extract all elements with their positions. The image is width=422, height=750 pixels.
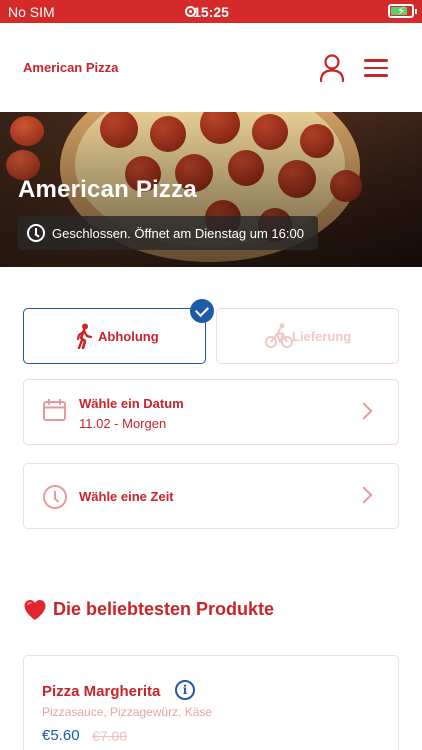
- product-old-price: €7.00: [92, 728, 128, 744]
- chevron-right-icon: [355, 486, 373, 504]
- popular-products-title: Die beliebtesten Produkte: [53, 599, 275, 619]
- selected-date-value: 11.02 - Morgen: [79, 416, 167, 431]
- restaurant-title: American Pizza: [18, 176, 197, 203]
- bicycle-courier-icon: [265, 323, 293, 348]
- charging-icon: ⚡: [397, 4, 406, 18]
- time-picker-row[interactable]: Wähle eine Zeit: [23, 463, 399, 529]
- info-icon[interactable]: i: [175, 680, 195, 700]
- date-picker-title: Wähle ein Datum: [79, 396, 184, 411]
- product-description: Pizzasauce, Pizzagewürz, Käse: [42, 705, 213, 719]
- time-picker-title: Wähle eine Zeit: [79, 489, 174, 504]
- battery-cap: [415, 9, 417, 14]
- date-picker-row[interactable]: Wähle ein Datum 11.02 - Morgen: [23, 379, 399, 445]
- pickup-label: Abholung: [98, 329, 159, 344]
- opening-status-text: Geschlossen. Öffnet am Dienstag um 16:00: [52, 226, 304, 241]
- product-name: Pizza Margherita: [42, 683, 161, 700]
- app-header: American Pizza: [0, 23, 422, 112]
- clock-icon: [27, 224, 45, 242]
- chevron-right-icon: [355, 402, 373, 420]
- pickup-option[interactable]: Abholung: [23, 308, 206, 364]
- status-bar: No SIM 15:25 ⚡: [0, 0, 422, 23]
- user-icon[interactable]: [318, 53, 346, 83]
- status-time: 15:25: [193, 4, 229, 20]
- heart-icon: [24, 600, 46, 620]
- calendar-icon: [43, 399, 66, 421]
- delivery-label: Lieferung: [292, 329, 352, 344]
- delivery-option[interactable]: Lieferung: [216, 308, 399, 364]
- clock-icon: [43, 485, 67, 509]
- selected-check-icon: [190, 299, 214, 323]
- brand-link[interactable]: American Pizza: [23, 60, 118, 75]
- product-card[interactable]: Pizza Margherita i Pizzasauce, Pizzagewü…: [23, 655, 399, 750]
- battery-icon: ⚡: [388, 4, 414, 18]
- opening-status-badge: Geschlossen. Öffnet am Dienstag um 16:00: [18, 216, 318, 250]
- walking-icon: [76, 323, 93, 349]
- hero-banner: American Pizza Geschlossen. Öffnet am Di…: [0, 112, 422, 267]
- product-price: €5.60: [42, 727, 80, 744]
- hamburger-menu-icon[interactable]: [364, 59, 388, 77]
